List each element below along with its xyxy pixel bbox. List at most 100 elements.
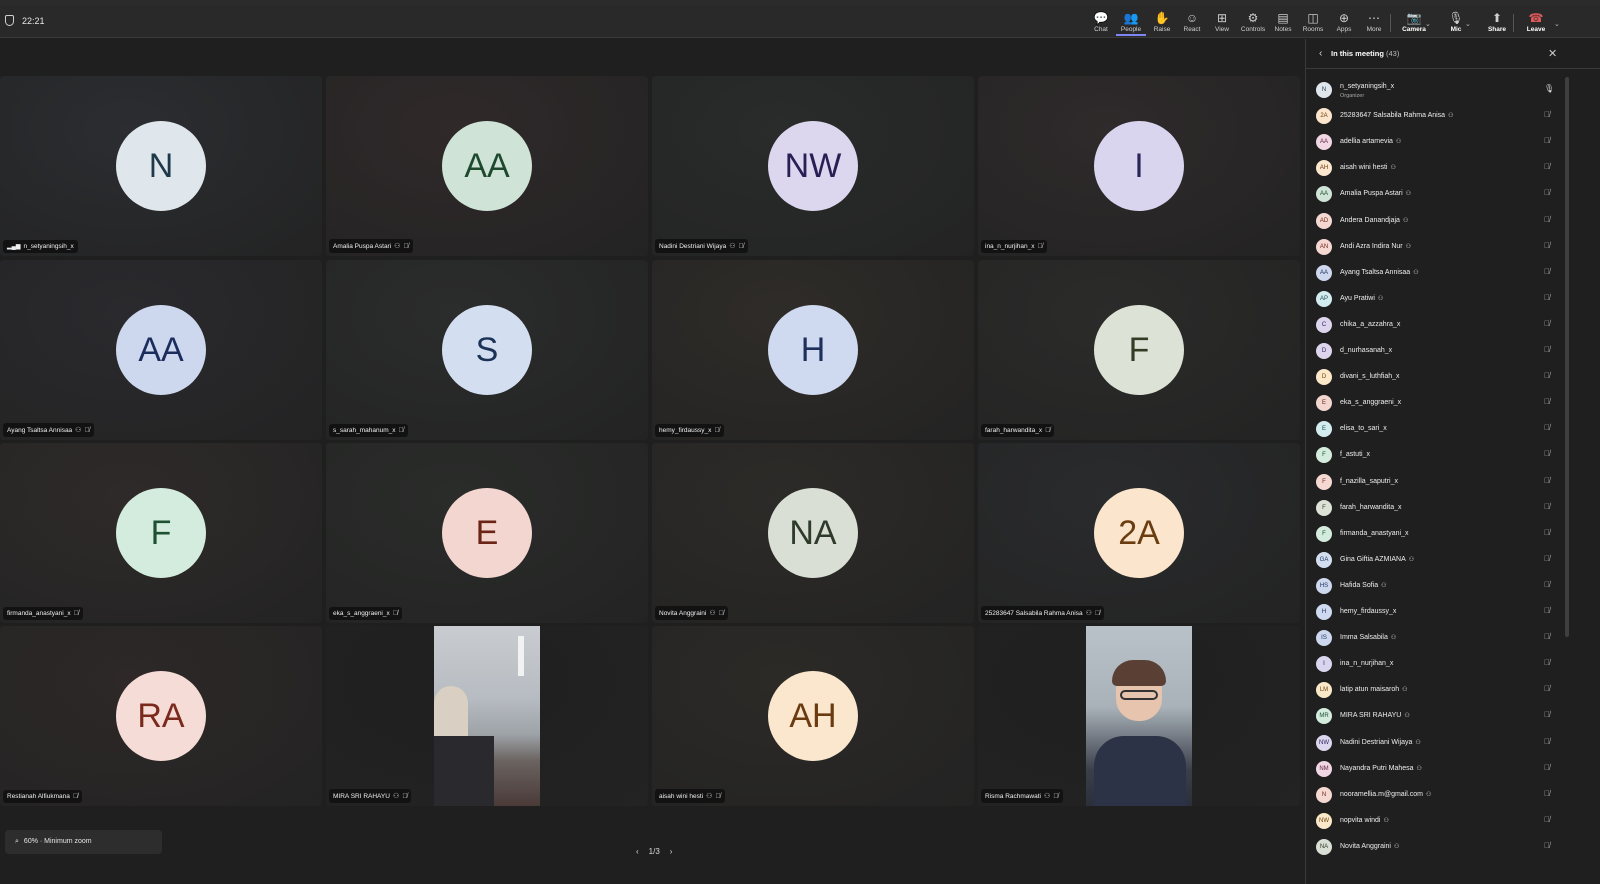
guest-icon: ⚇: [706, 793, 713, 800]
video-gallery: N ▂▄▆ n_setyaningsih_x AA Amalia Puspa Astar…: [0, 39, 1305, 884]
participant-tile[interactable]: Ffarah_harwandita_x 🎙̸: [978, 260, 1300, 440]
avatar: I: [1316, 656, 1332, 673]
participant-list-item[interactable]: Ff_astuti_x 🎙̸: [1306, 444, 1564, 466]
mic-muted-icon: 🎙̸: [1037, 243, 1043, 250]
guest-icon: ⚇: [1415, 739, 1421, 746]
react-button[interactable]: ☺ React: [1177, 8, 1207, 36]
participant-list-item[interactable]: AH aisah wini hesti ⚇ 🎙̸: [1306, 157, 1564, 179]
guest-icon: ⚇: [392, 793, 400, 800]
chat-button[interactable]: 💬 Chat: [1086, 8, 1116, 36]
participant-tile[interactable]: Ss_sarah_mahanum_x 🎙̸: [326, 260, 648, 440]
participant-list-item[interactable]: Ff_nazilla_saputri_x 🎙̸: [1306, 471, 1564, 493]
participant-list-item[interactable]: NA Novita Anggraini ⚇ 🎙̸: [1306, 836, 1564, 858]
participant-tile[interactable]: AA Ayang Tsaltsa Annisaa ⚇ 🎙̸: [0, 260, 322, 440]
participant-list-item[interactable]: Ddivani_s_luthfiah_x 🎙̸: [1306, 366, 1564, 388]
avatar: H: [1316, 604, 1332, 620]
avatar: F: [1316, 447, 1332, 464]
participant-name: n_setyaningsih_x: [23, 243, 74, 250]
people-panel: ‹ In this meeting (43) ✕ Nn_setyaningsih…: [1305, 39, 1600, 884]
participant-list-item[interactable]: AA Ayang Tsaltsa Annisaa ⚇ 🎙̸: [1306, 262, 1564, 284]
avatar: F: [116, 488, 206, 578]
guest-icon: ⚇: [1416, 765, 1422, 772]
raise-button[interactable]: ✋ Raise: [1147, 8, 1177, 36]
avatar: F: [1094, 305, 1184, 395]
participant-list-item[interactable]: Iina_n_nurjihan_x 🎙̸: [1306, 653, 1564, 675]
participant-tile[interactable]: Ffirmanda_anastyani_x 🎙̸: [0, 443, 322, 623]
participant-list-item[interactable]: Dd_nurhasanah_x 🎙̸: [1306, 340, 1564, 362]
participant-list-item[interactable]: Hhemy_firdaussy_x 🎙̸: [1306, 601, 1564, 623]
participant-tile[interactable]: AH aisah wini hesti ⚇ 🎙̸: [652, 626, 974, 806]
participant-tile[interactable]: AA Amalia Puspa Astari ⚇ 🎙̸: [326, 76, 648, 256]
participant-list-item[interactable]: AD Andera Danandjaja ⚇ 🎙̸: [1306, 210, 1564, 232]
rooms-button[interactable]: ◫ Rooms: [1298, 8, 1328, 36]
participant-name: eka_s_anggraeni_x: [1340, 399, 1401, 406]
close-icon[interactable]: ✕: [1548, 47, 1557, 60]
participant-list-scrollbar[interactable]: [1565, 77, 1569, 637]
participant-tile[interactable]: NA Novita Anggraini ⚇ 🎙̸: [652, 443, 974, 623]
participant-list-item[interactable]: NW nopvita windi ⚇ 🎙̸: [1306, 810, 1564, 832]
participant-list-item[interactable]: IS Imma Salsabila ⚇ 🎙̸: [1306, 627, 1564, 649]
camera-options-chevron-icon[interactable]: ⌄: [1425, 20, 1431, 28]
notes-icon: ▤: [1277, 11, 1289, 25]
participant-tile[interactable]: Iina_n_nurjihan_x 🎙̸: [978, 76, 1300, 256]
participant-name-tag: Amalia Puspa Astari ⚇ 🎙̸: [329, 239, 413, 253]
back-chevron-icon[interactable]: ‹: [1319, 48, 1322, 59]
avatar: N: [1316, 786, 1332, 803]
participant-name: Gina Giftia AZMIANA ⚇: [1340, 556, 1414, 563]
participant-list-item[interactable]: Ffarah_harwandita_x 🎙̸: [1306, 497, 1564, 519]
more-button[interactable]: ⋯ More: [1359, 8, 1389, 36]
participant-name-tag: Restianah Alfiukmana 🎙̸: [3, 790, 83, 803]
participant-tile[interactable]: Hhemy_firdaussy_x 🎙̸: [652, 260, 974, 440]
avatar: N: [116, 121, 206, 211]
participant-name-text: Hafida Sofia: [1340, 581, 1379, 589]
participant-name-text: MIRA SRI RAHAYU: [1340, 712, 1402, 720]
participant-list-item[interactable]: Cchika_a_azzahra_x 🎙̸: [1306, 314, 1564, 336]
participant-tile[interactable]: N ▂▄▆ n_setyaningsih_x: [0, 76, 322, 256]
participant-name-text: farah_harwandita_x: [1340, 503, 1402, 511]
share-button[interactable]: ⬆ Share: [1482, 8, 1512, 36]
participant-list-item[interactable]: Nnooramellia.m@gmail.com ⚇ 🎙̸: [1306, 784, 1564, 806]
participant-name-tag: ina_n_nurjihan_x 🎙̸: [981, 240, 1047, 253]
participant-list-item[interactable]: Ffirmanda_anastyani_x 🎙̸: [1306, 523, 1564, 545]
participant-tile[interactable]: 2A 25283647 Salsabila Rahma Anisa ⚇ 🎙̸: [978, 443, 1300, 623]
teams-meeting-window: 22:21 💬 Chat 👥 People ✋ Raise ☺ React ⊞ View ⚙ Cont…: [0, 0, 1600, 884]
apps-button[interactable]: ⊕ Apps: [1329, 8, 1359, 36]
notes-button[interactable]: ▤ Notes: [1268, 8, 1298, 36]
controls-button[interactable]: ⚙ Controls: [1238, 8, 1268, 36]
people-button[interactable]: 👥 People: [1116, 8, 1146, 36]
participant-name: elisa_to_sari_x: [1340, 425, 1387, 432]
participant-list-item[interactable]: 2A 25283647 Salsabila Rahma Anisa ⚇ 🎙̸: [1306, 105, 1564, 127]
participant-list-item[interactable]: AA adellia artamevia ⚇ 🎙̸: [1306, 131, 1564, 153]
participant-name: MIRA SRI RAHAYU: [333, 793, 390, 800]
participant-list-item[interactable]: AP Ayu Pratiwi ⚇ 🎙̸: [1306, 288, 1564, 310]
participant-name-tag: hemy_firdaussy_x 🎙̸: [655, 424, 724, 437]
share-label: Share: [1487, 26, 1507, 33]
participant-list-item[interactable]: Eelisa_to_sari_x 🎙̸: [1306, 418, 1564, 440]
previous-page-button[interactable]: ‹: [636, 847, 639, 856]
participant-list-item[interactable]: AA Amalia Puspa Astari ⚇ 🎙̸: [1306, 183, 1564, 205]
participant-tile[interactable]: RA Restianah Alfiukmana 🎙̸: [0, 626, 322, 806]
leave-options-chevron-icon[interactable]: ⌄: [1554, 20, 1560, 28]
participant-list-item[interactable]: AN Andi Azra Indira Nur ⚇ 🎙̸: [1306, 236, 1564, 258]
participant-list-item[interactable]: Nn_setyaningsih_x Organizer 🎙: [1306, 79, 1564, 101]
participant-list-item[interactable]: GA Gina Giftia AZMIANA ⚇ 🎙̸: [1306, 549, 1564, 571]
mic-options-chevron-icon[interactable]: ⌄: [1465, 20, 1471, 28]
participant-tile[interactable]: MIRA SRI RAHAYU ⚇ 🎙̸: [326, 626, 648, 806]
participant-tile[interactable]: NW Nadini Destriani Wijaya ⚇ 🎙̸: [652, 76, 974, 256]
view-button[interactable]: ⊞ View: [1207, 8, 1237, 36]
leave-button[interactable]: ☎ Leave: [1521, 8, 1551, 36]
participant-tile[interactable]: Risma Rachmawati ⚇ 🎙̸: [978, 626, 1300, 806]
participant-list-item[interactable]: HS Hafida Sofia ⚇ 🎙̸: [1306, 575, 1564, 597]
participant-name: Amalia Puspa Astari ⚇: [1340, 190, 1411, 197]
participant-name-tag: MIRA SRI RAHAYU ⚇ 🎙̸: [329, 789, 412, 803]
participant-list-item[interactable]: MR MIRA SRI RAHAYU ⚇ 🎙̸: [1306, 705, 1564, 727]
next-page-button[interactable]: ›: [670, 847, 673, 856]
avatar: D: [1316, 343, 1332, 359]
zoom-indicator[interactable]: ⌕ 60% · Minimum zoom: [5, 830, 162, 854]
participant-list-item[interactable]: LM latip atun maisaroh ⚇ 🎙̸: [1306, 679, 1564, 701]
participant-tile[interactable]: Eeka_s_anggraeni_x 🎙̸: [326, 443, 648, 623]
participant-list-item[interactable]: NM Nayandra Putri Mahesa ⚇ 🎙̸: [1306, 758, 1564, 780]
participant-list-item[interactable]: Eeka_s_anggraeni_x 🎙̸: [1306, 392, 1564, 414]
participant-list-item[interactable]: NW Nadini Destriani Wijaya ⚇ 🎙̸: [1306, 732, 1564, 754]
mic-muted-icon: 🎙̸: [1544, 345, 1550, 354]
